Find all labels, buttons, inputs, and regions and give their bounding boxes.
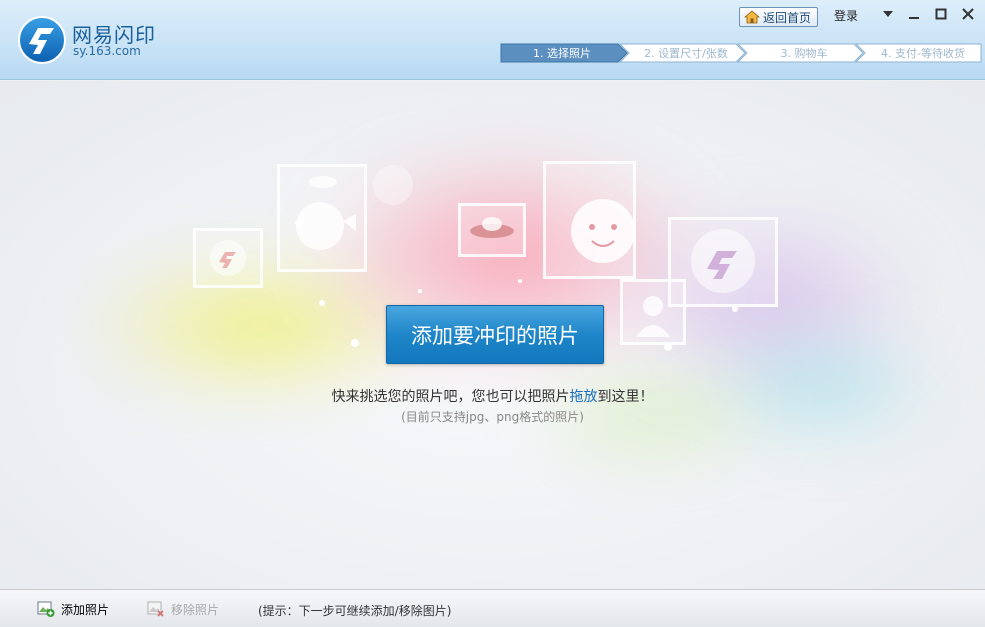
app-domain: sy.163.com [73,44,141,58]
close-icon [962,8,974,20]
maximize-button[interactable] [930,4,952,24]
title-bar: 网易闪印 sy.163.com 返回首页 登录 1. 选择照片 2. 设置尺寸/… [0,0,985,80]
add-photo-icon [37,601,55,617]
minimize-icon [909,17,919,19]
step-payment: 4. 支付-等待收货 [881,47,965,60]
format-hint: (目前只支持jpg、png格式的照片) [401,410,584,424]
minimize-button[interactable] [903,4,925,24]
menu-dropdown-button[interactable] [877,4,899,24]
back-home-button[interactable]: 返回首页 [739,7,818,27]
remove-photo-label: 移除照片 [171,602,220,617]
remove-photo-icon [147,601,164,617]
add-photo-button[interactable]: 添加照片 [37,600,109,618]
next-step-tip: (提示：下一步可继续添加/移除图片) [258,604,452,618]
chevron-down-icon [883,11,893,17]
back-home-label: 返回首页 [763,10,812,25]
order-steps: 1. 选择照片 2. 设置尺寸/张数 3. 购物车 4. 支付-等待收货 [500,43,982,63]
maximize-icon [935,8,947,20]
home-icon [744,10,760,24]
drop-hint-before: 快来挑选您的照片吧，您也可以把照片 [331,389,570,405]
bottom-toolbar: 添加照片 移除照片 (提示：下一步可继续添加/移除图片) [0,589,985,627]
drop-hint: 快来挑选您的照片吧，您也可以把照片拖放到这里！ [0,386,985,406]
close-button[interactable] [957,4,979,24]
netease-logo-icon [18,16,66,64]
remove-photo-button[interactable]: 移除照片 [147,600,219,618]
drop-hint-drag: 拖放 [569,389,598,405]
add-photo-label: 添加照片 [61,602,110,617]
drop-hint-after: 到这里！ [597,389,654,405]
add-photos-to-print-button[interactable]: 添加要冲印的照片 [386,305,604,364]
step-cart: 3. 购物车 [780,47,828,60]
login-link[interactable]: 登录 [834,7,858,24]
photo-drop-area[interactable]: 添加要冲印的照片 快来挑选您的照片吧，您也可以把照片拖放到这里！ (目前只支持j… [0,81,985,589]
step-select-photos: 1. 选择照片 [533,47,591,60]
step-set-size: 2. 设置尺寸/张数 [644,47,728,60]
